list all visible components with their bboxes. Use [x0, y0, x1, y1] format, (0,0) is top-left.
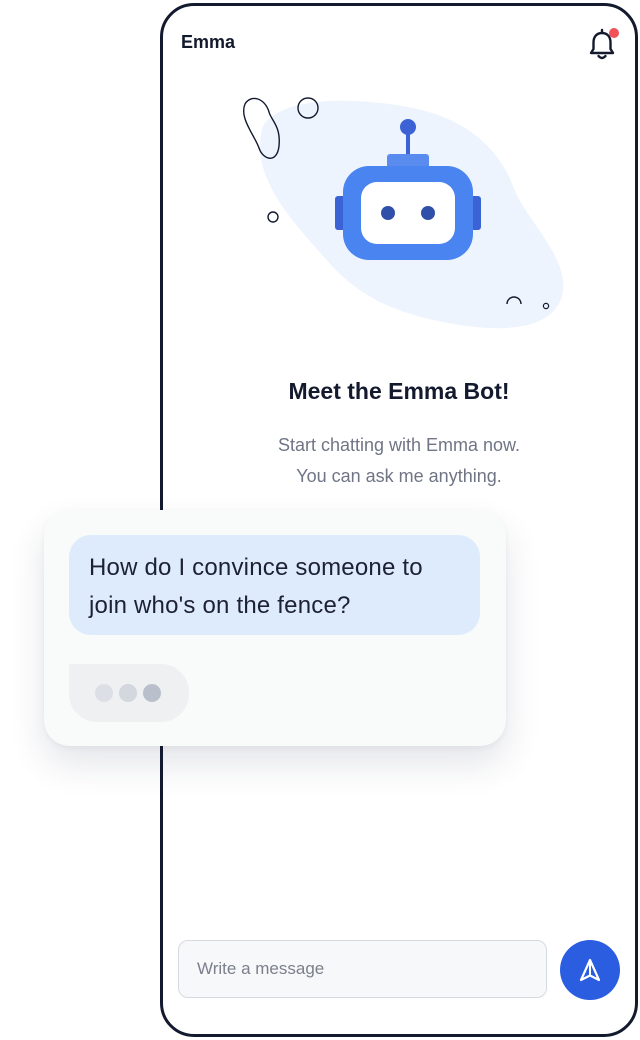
- hero-subtitle-line1: Start chatting with Emma now.: [277, 435, 521, 455]
- emma-bot-illustration: [243, 97, 564, 329]
- app-screen: Emma Meet the Emma Bot! Start chatting w…: [0, 0, 640, 1040]
- notification-badge: [609, 28, 619, 38]
- notifications-button[interactable]: [587, 28, 619, 62]
- send-button[interactable]: [560, 940, 620, 1000]
- chat-preview-card: How do I convince someone to join who's …: [44, 510, 506, 746]
- hero-title: Meet the Emma Bot!: [288, 378, 510, 404]
- decor-circle-small: [267, 211, 279, 223]
- message-composer: [178, 940, 547, 998]
- app-title: Emma: [181, 32, 236, 52]
- user-message-bubble: How do I convince someone to join who's …: [69, 535, 480, 635]
- typing-dots-icon: [95, 684, 161, 702]
- typing-indicator: [69, 664, 189, 722]
- hero-subtitle: Start chatting with Emma now. You can as…: [183, 430, 615, 492]
- send-icon: [579, 958, 601, 982]
- hero-subtitle-line2: You can ask me anything.: [296, 466, 502, 486]
- message-input[interactable]: [179, 941, 546, 997]
